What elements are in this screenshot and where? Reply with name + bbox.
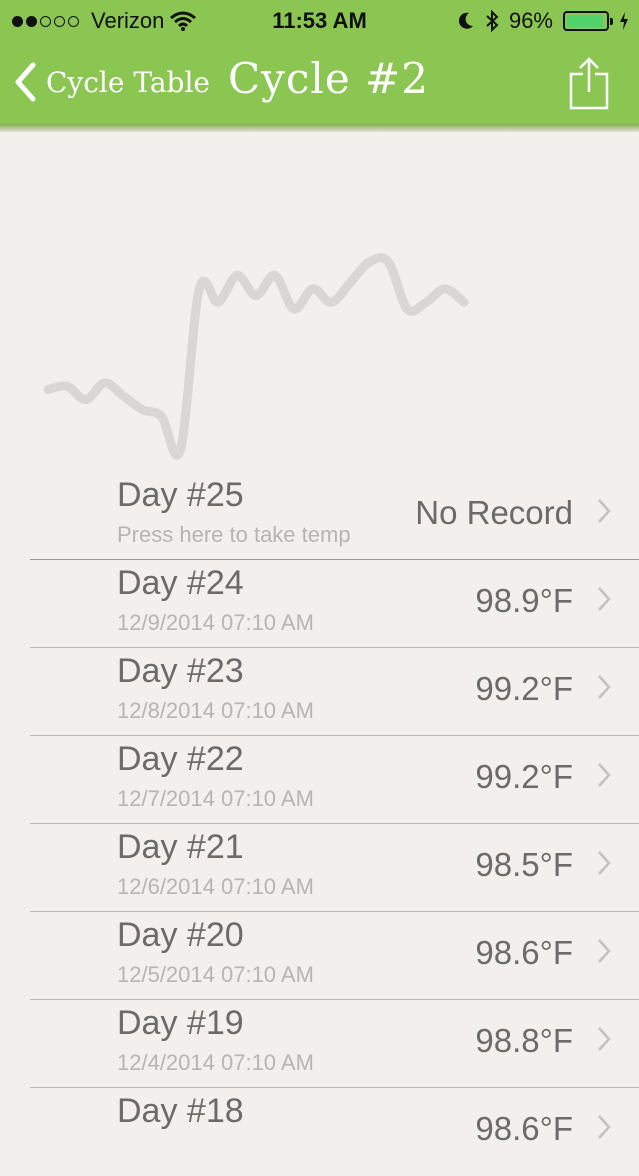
data-point: [444, 288, 446, 290]
battery-fill: [567, 15, 604, 27]
day-label: Day #18: [117, 1092, 244, 1130]
temperature-chart: [0, 132, 639, 472]
day-label: Day #24: [117, 564, 244, 602]
data-point: [160, 415, 162, 417]
day-label: Day #22: [117, 740, 244, 778]
data-point: [179, 449, 181, 451]
chevron-right-icon: [598, 851, 611, 875]
day-subtitle: Press here to take temp: [117, 522, 351, 547]
data-point: [198, 288, 200, 290]
chevron-left-icon: [15, 62, 36, 102]
data-point: [406, 308, 408, 310]
list-item[interactable]: Day #24 12/9/2014 07:10 AM 98.9°F: [0, 560, 639, 648]
temperature-value: 99.2°F: [475, 670, 573, 707]
list-item[interactable]: Day #23 12/8/2014 07:10 AM 99.2°F: [0, 648, 639, 736]
data-point: [236, 274, 238, 276]
data-point: [293, 308, 295, 310]
temperature-value: 98.8°F: [475, 1022, 573, 1059]
chevron-right-icon: [598, 763, 611, 787]
day-label: Day #19: [117, 1004, 244, 1042]
moon-icon: [458, 12, 473, 29]
data-point: [425, 301, 427, 303]
back-button[interactable]: Cycle Table: [14, 62, 210, 102]
battery-icon: [563, 11, 613, 31]
data-point: [142, 409, 144, 411]
day-label: Day #25: [117, 476, 244, 514]
nav-bar-shadow: [0, 124, 639, 132]
data-point: [217, 301, 219, 303]
data-point: [255, 295, 257, 297]
page-title: Cycle #2: [228, 54, 429, 103]
data-point: [463, 301, 465, 303]
chevron-right-icon: [598, 1027, 611, 1051]
temperature-line: [43, 253, 469, 460]
day-subtitle: 12/9/2014 07:10 AM: [117, 610, 314, 635]
chevron-right-icon: [598, 1115, 611, 1139]
data-point: [387, 261, 389, 263]
day-subtitle: 12/6/2014 07:10 AM: [117, 874, 314, 899]
day-label: Day #23: [117, 652, 244, 690]
data-point: [85, 399, 87, 401]
temperature-value: 98.6°F: [475, 1110, 573, 1147]
bluetooth-icon: [486, 10, 499, 32]
temperature-value: 99.2°F: [475, 758, 573, 795]
share-icon: [569, 57, 609, 110]
day-subtitle: 12/4/2014 07:10 AM: [117, 1050, 314, 1075]
chevron-right-icon: [598, 587, 611, 611]
data-point: [331, 301, 333, 303]
data-point: [274, 274, 276, 276]
list-item[interactable]: Day #18 98.6°F: [0, 1088, 639, 1176]
data-point: [104, 382, 106, 384]
charging-icon: [620, 12, 628, 30]
day-label: Day #21: [117, 828, 244, 866]
share-button[interactable]: [569, 56, 609, 115]
data-point: [66, 385, 68, 387]
temperature-value: 98.6°F: [475, 934, 573, 971]
temperature-chart-svg: [43, 253, 469, 460]
data-point: [312, 288, 314, 290]
chevron-right-icon: [598, 675, 611, 699]
data-point: [47, 389, 49, 391]
temperature-value: 98.5°F: [475, 846, 573, 883]
chevron-right-icon: [598, 499, 611, 523]
status-right: 96%: [457, 8, 629, 34]
list-item[interactable]: Day #20 12/5/2014 07:10 AM 98.6°F: [0, 912, 639, 1000]
data-point: [123, 395, 125, 397]
list-item[interactable]: Day #19 12/4/2014 07:10 AM 98.8°F: [0, 1000, 639, 1088]
list-item[interactable]: Day #21 12/6/2014 07:10 AM 98.5°F: [0, 824, 639, 912]
day-subtitle: 12/5/2014 07:10 AM: [117, 962, 314, 987]
day-label: Day #20: [117, 916, 244, 954]
battery-percent: 96%: [508, 8, 553, 33]
status-bar: Verizon 11:53 AM 96%: [0, 0, 639, 42]
day-list: Day #25 Press here to take temp No Record D…: [0, 472, 639, 1176]
list-item[interactable]: Day #25 Press here to take temp No Record: [0, 472, 639, 560]
chevron-right-icon: [598, 939, 611, 963]
data-point: [368, 261, 370, 263]
data-point: [350, 281, 352, 283]
day-subtitle: 12/7/2014 07:10 AM: [117, 786, 314, 811]
temperature-value: No Record: [415, 494, 573, 531]
navigation-bar: Cycle Table Cycle #2: [0, 42, 639, 124]
temperature-value: 98.9°F: [475, 582, 573, 619]
back-button-label: Cycle Table: [46, 65, 210, 99]
list-item[interactable]: Day #22 12/7/2014 07:10 AM 99.2°F: [0, 736, 639, 824]
day-subtitle: 12/8/2014 07:10 AM: [117, 698, 314, 723]
